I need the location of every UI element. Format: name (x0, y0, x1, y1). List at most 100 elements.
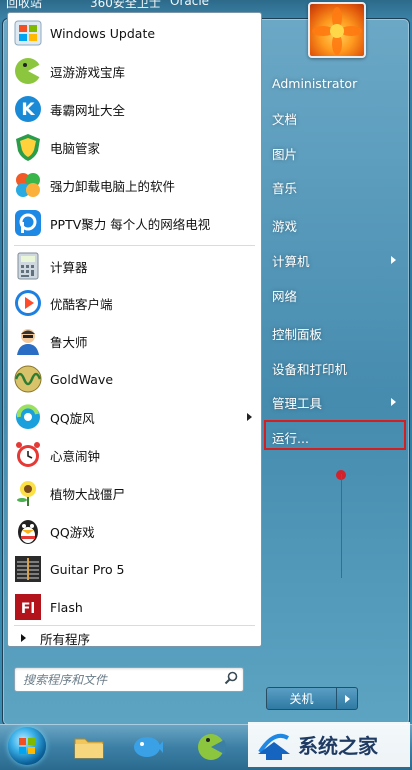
flash-icon: Fl (13, 592, 43, 622)
all-programs-label: 所有程序 (40, 631, 91, 647)
pc-manager-icon (13, 132, 43, 162)
game-app-icon[interactable] (194, 731, 228, 763)
program-item[interactable]: QQ游戏 (11, 513, 258, 549)
right-item-label: 网络 (272, 288, 298, 304)
program-item[interactable]: 鲁大师 (11, 323, 258, 359)
guitar-pro-icon (13, 554, 43, 584)
youku-icon (13, 288, 43, 318)
program-item[interactable]: GoldWave (11, 361, 258, 397)
right-item-computer[interactable]: 计算机 (272, 246, 404, 274)
ludashi-icon (13, 326, 43, 356)
right-item-label: 控制面板 (272, 326, 323, 342)
right-item-label: 图片 (272, 146, 298, 162)
program-label: 优酷客户端 (50, 296, 113, 312)
program-label: 强力卸载电脑上的软件 (50, 178, 176, 194)
submenu-arrow-icon (247, 413, 252, 421)
user-picture[interactable] (308, 2, 366, 58)
program-label: QQ游戏 (50, 524, 95, 540)
right-item-label: 管理工具 (272, 395, 323, 411)
annotation-line (341, 474, 342, 578)
right-item-label: 音乐 (272, 180, 298, 196)
program-label: PPTV聚力 每个人的网络电视 (50, 216, 211, 232)
all-programs-button[interactable]: 所有程序 (11, 627, 258, 649)
pvz-icon (13, 478, 43, 508)
start-orb-icon[interactable] (8, 727, 46, 765)
separator (14, 625, 255, 626)
program-item[interactable]: Windows Update (11, 15, 258, 51)
program-label: 心意闹钟 (50, 448, 101, 464)
program-label: Guitar Pro 5 (50, 561, 125, 577)
program-item[interactable]: Guitar Pro 5 (11, 551, 258, 587)
right-item-pictures[interactable]: 图片 (272, 139, 404, 167)
arrow-right-icon (344, 694, 350, 703)
desktop-icon-label[interactable]: Oracle (170, 0, 209, 8)
desktop-icon-label[interactable]: 回收站 (6, 0, 42, 11)
right-item-documents[interactable]: 文档 (272, 104, 404, 132)
program-item[interactable]: 强力卸载电脑上的软件 (11, 167, 258, 203)
program-label: Windows Update (50, 25, 156, 41)
svg-text:K: K (21, 100, 35, 120)
program-item[interactable]: 心意闹钟 (11, 437, 258, 473)
watermark-text: 系统之家 (298, 734, 378, 758)
desktop-icon-label[interactable]: 360安全卫士 (90, 0, 161, 11)
separator (14, 245, 255, 246)
program-item[interactable]: Fl Flash (11, 589, 258, 625)
submenu-arrow-icon (391, 398, 396, 406)
calculator-icon (13, 251, 43, 281)
pptv-icon (13, 208, 43, 238)
right-item-label: 设备和打印机 (272, 361, 348, 377)
right-item-music[interactable]: 音乐 (272, 173, 404, 201)
program-label: Flash (50, 599, 83, 615)
qq-game-icon (13, 516, 43, 546)
program-label: QQ旋风 (50, 410, 95, 426)
shutdown-options-button[interactable] (337, 688, 357, 709)
windows-update-icon (13, 18, 43, 48)
program-item[interactable]: 电脑管家 (11, 129, 258, 165)
program-label: 鲁大师 (50, 334, 88, 350)
program-item[interactable]: 计算器 (11, 248, 258, 284)
program-label: 逗游游戏宝库 (50, 64, 126, 80)
fish-app-icon[interactable] (130, 731, 164, 763)
user-name-link[interactable]: Administrator (272, 69, 404, 97)
watermark: 系统之家 (248, 722, 410, 767)
program-item[interactable]: QQ旋风 (11, 399, 258, 435)
program-item[interactable]: 优酷客户端 (11, 285, 258, 321)
right-item-label: 文档 (272, 111, 298, 127)
right-item-label: Administrator (272, 75, 358, 91)
uninstaller-icon (13, 170, 43, 200)
search-input[interactable] (21, 668, 215, 691)
program-label: 电脑管家 (50, 140, 101, 156)
run-highlight-box (264, 420, 406, 450)
goldwave-icon (13, 364, 43, 394)
submenu-arrow-icon (391, 256, 396, 264)
right-item-admin-tools[interactable]: 管理工具 (272, 388, 404, 416)
arrow-right-icon (21, 634, 26, 642)
shutdown-control: 关机 (266, 687, 358, 710)
right-item-devices-printers[interactable]: 设备和打印机 (272, 354, 404, 382)
svg-text:Fl: Fl (21, 601, 35, 617)
program-label: 计算器 (50, 259, 88, 275)
flower-icon (312, 7, 362, 55)
program-label: GoldWave (50, 371, 114, 387)
right-item-control-panel[interactable]: 控制面板 (272, 319, 404, 347)
program-item[interactable]: 逗游游戏宝库 (11, 53, 258, 89)
right-item-network[interactable]: 网络 (272, 281, 404, 309)
program-label: 毒霸网址大全 (50, 102, 126, 118)
alarm-clock-icon (13, 440, 43, 470)
programs-pane: Windows Update 逗游游戏宝库 K 毒霸网址大全 电脑管家 强力卸载… (7, 12, 262, 647)
folder-icon[interactable] (72, 731, 106, 763)
program-item[interactable]: 植物大战僵尸 (11, 475, 258, 511)
search-box[interactable] (14, 667, 244, 692)
watermark-logo-icon (254, 728, 294, 762)
program-item[interactable]: PPTV聚力 每个人的网络电视 (11, 205, 258, 241)
right-item-label: 计算机 (272, 253, 310, 269)
duba-web-icon: K (13, 94, 43, 124)
right-item-games[interactable]: 游戏 (272, 211, 404, 239)
right-item-label: 游戏 (272, 218, 298, 234)
program-item[interactable]: K 毒霸网址大全 (11, 91, 258, 127)
douyou-game-icon (13, 56, 44, 86)
program-label: 植物大战僵尸 (50, 486, 126, 502)
shutdown-button[interactable]: 关机 (267, 688, 337, 709)
search-icon[interactable] (224, 671, 238, 685)
qq-xuanfeng-icon (13, 402, 43, 432)
